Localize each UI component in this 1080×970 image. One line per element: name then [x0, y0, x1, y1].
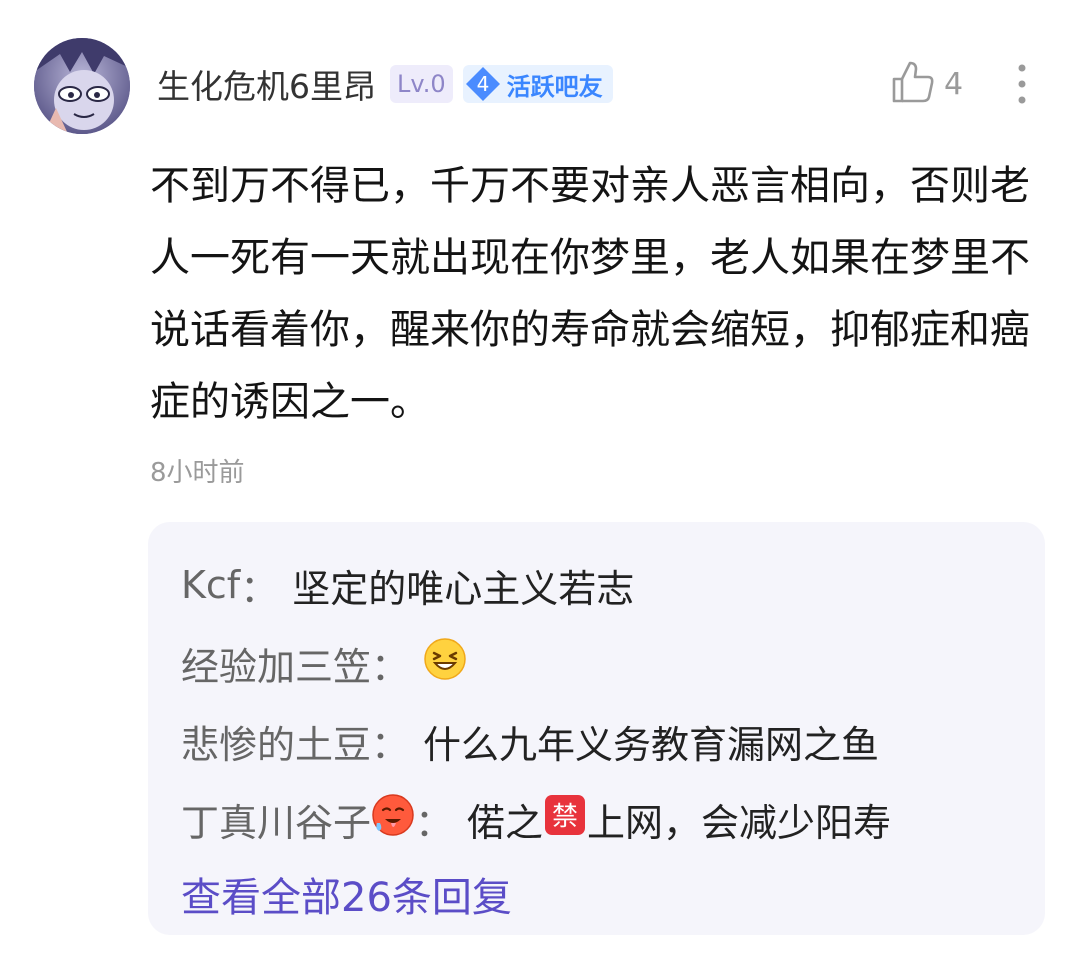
- more-options-button[interactable]: [1004, 62, 1040, 106]
- comment-text: 不到万不得已，千万不要对亲人恶言相向，否则老人一死有一天就出现在你梦里，老人如果…: [150, 163, 1030, 425]
- comment-time: 8小时前: [150, 458, 245, 488]
- comment-card: 生化危机6里昂 Lv.0 4 活跃吧友 4 不到万不得已，千万不要对亲人恶言相向…: [0, 0, 1080, 970]
- active-badge-number: 4: [476, 72, 489, 96]
- username[interactable]: 生化危机6里昂: [157, 60, 376, 108]
- like-button[interactable]: 4: [890, 58, 963, 110]
- reply-author[interactable]: 悲惨的土豆: [181, 714, 371, 769]
- reply-item[interactable]: 悲惨的土豆： 什么九年义务教育漏网之鱼: [181, 702, 1045, 780]
- thumbs-up-icon[interactable]: [890, 59, 936, 109]
- reply-author[interactable]: 丁真川谷子: [181, 792, 371, 847]
- svg-text:禁: 禁: [552, 802, 578, 832]
- reply-separator: ：: [415, 800, 454, 845]
- reply-item[interactable]: Kcf： 坚定的唯心主义若志: [181, 546, 1045, 624]
- reply-text: 坚定的唯心主义若志: [292, 566, 635, 611]
- hot-face-icon: [371, 793, 415, 846]
- vertical-dots-icon: [1018, 64, 1026, 104]
- reply-author[interactable]: 经验加三笠: [181, 636, 371, 691]
- reply-separator: ：: [240, 566, 279, 611]
- active-badge-label: 活跃吧友: [506, 72, 603, 101]
- reply-author[interactable]: Kcf: [181, 563, 240, 607]
- reply-text-part: 上网，会减少阳寿: [587, 800, 892, 845]
- view-all-replies-link[interactable]: 查看全部26条回复: [181, 858, 1045, 930]
- active-member-badge: 4 活跃吧友: [462, 65, 613, 103]
- prohibited-sign-icon: 禁: [543, 793, 587, 846]
- reply-item[interactable]: 丁真川谷子 ： 偌之 禁 上网，会减少阳寿: [181, 780, 1045, 858]
- laughing-face-icon: [423, 637, 467, 690]
- reply-text: 什么九年义务教育漏网之鱼: [423, 722, 880, 767]
- reply-preview-box[interactable]: Kcf：坚定的唯心主义若志 经验加三笠： 悲惨的土豆：什么九年义务教育漏网之鱼 …: [148, 522, 1045, 935]
- like-count: 4: [944, 66, 964, 102]
- level-badge: Lv.0: [390, 65, 453, 103]
- diamond-icon: 4: [463, 65, 503, 103]
- avatar[interactable]: [34, 38, 130, 134]
- reply-item[interactable]: 经验加三笠：: [181, 624, 1045, 702]
- reply-separator: ：: [371, 644, 410, 689]
- reply-text-part: 偌之: [467, 800, 544, 845]
- reply-separator: ：: [371, 722, 410, 767]
- author-row: 生化危机6里昂 Lv.0 4 活跃吧友: [157, 58, 613, 110]
